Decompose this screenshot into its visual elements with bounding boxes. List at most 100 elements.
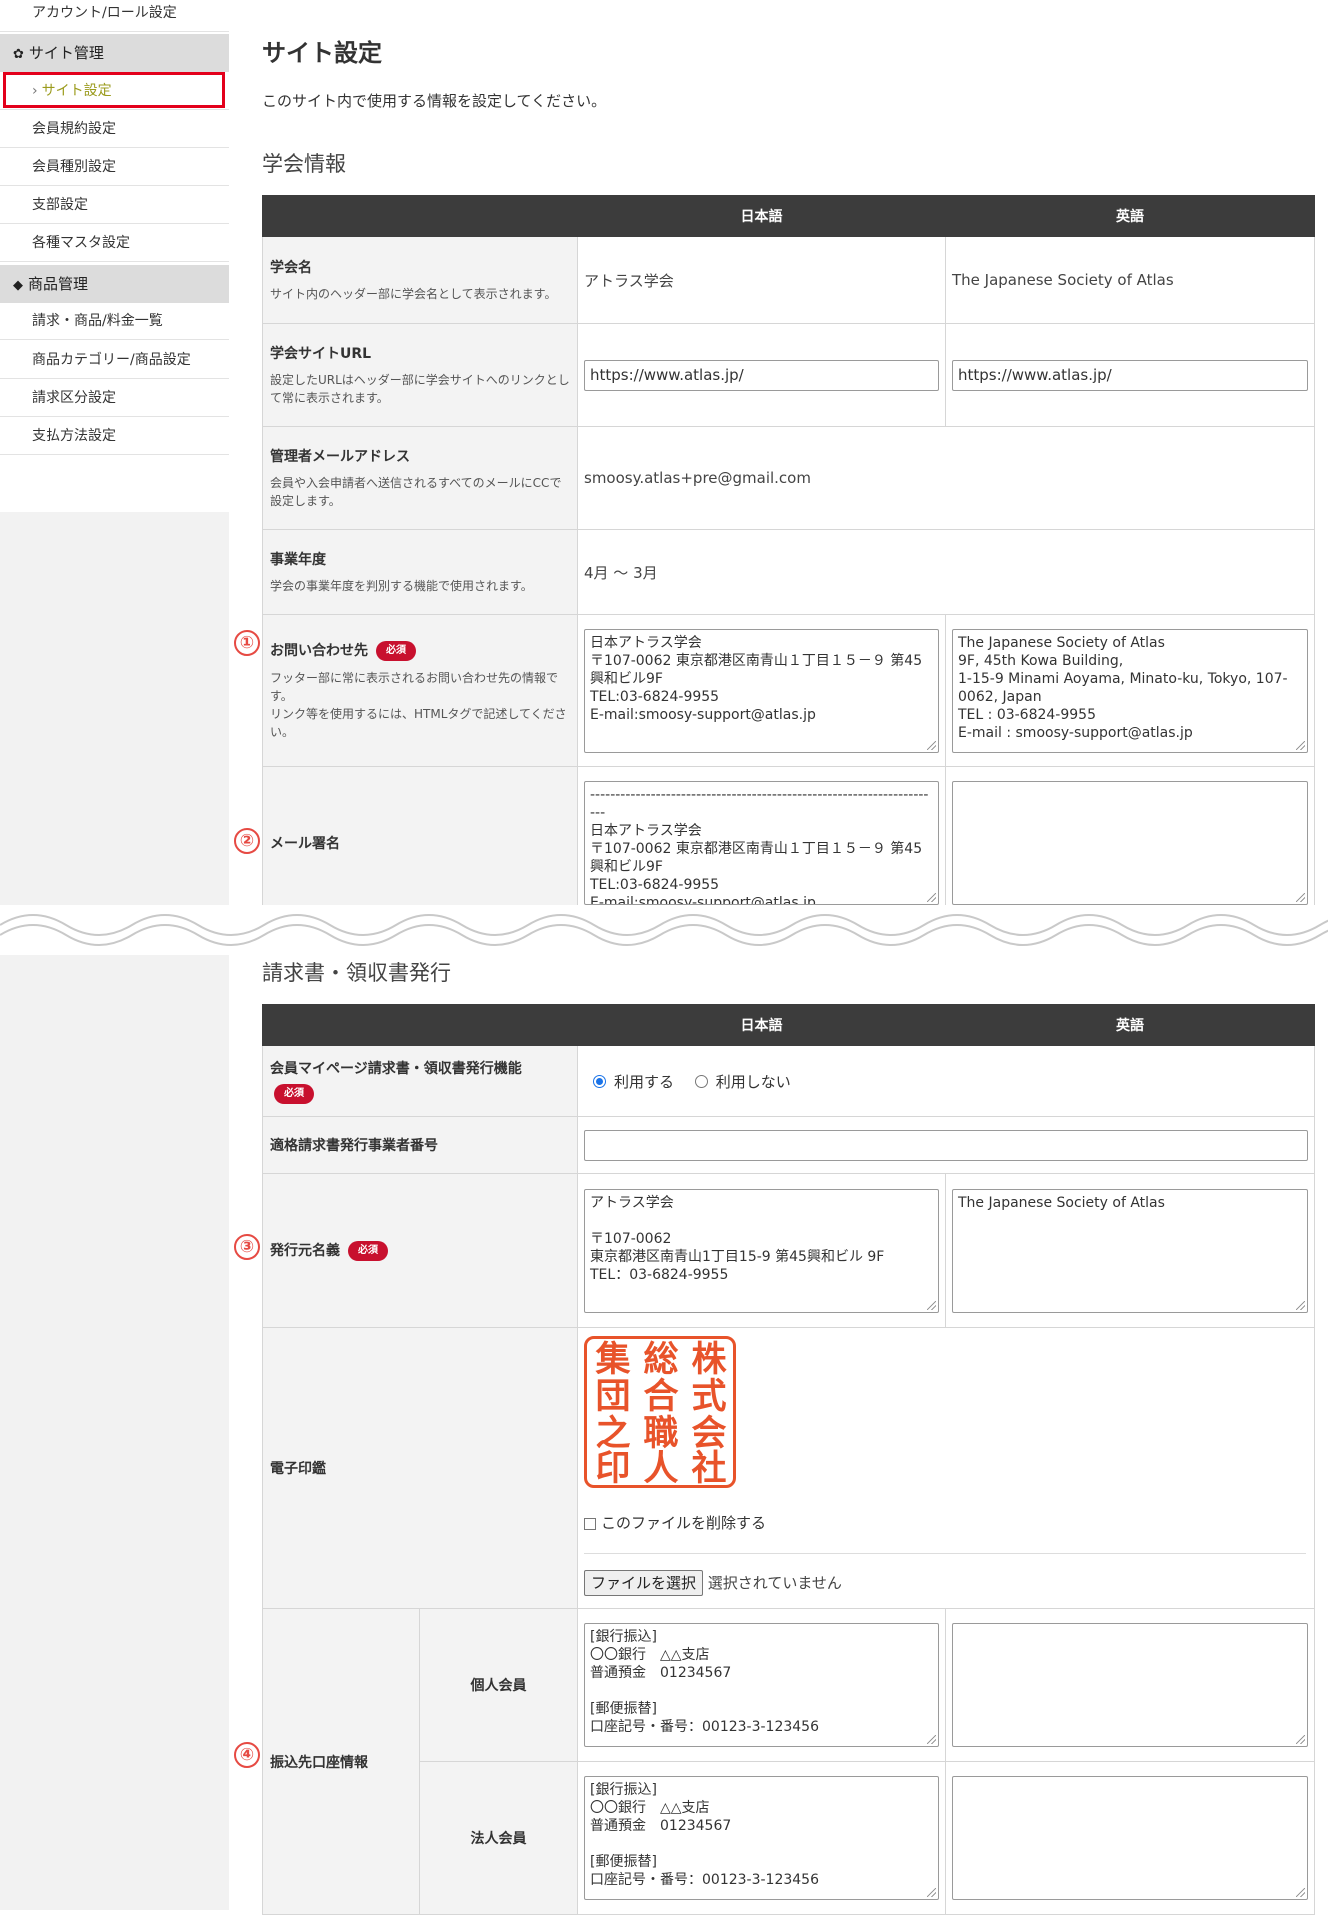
sidebar-item-member-types[interactable]: 会員種別設定 xyxy=(0,148,229,186)
sidebar: アカウント/ロール設定 ✿ サイト管理 › サイト設定 会員規約設定 会員種別設定 … xyxy=(0,0,229,1910)
label-signature: メール署名 xyxy=(270,835,340,852)
header-blank xyxy=(262,195,578,237)
cell-signature-ja: ----------------------------------------… xyxy=(577,766,946,919)
resize-grip-icon[interactable] xyxy=(1296,1735,1305,1744)
url-input-ja[interactable]: https://www.atlas.jp/ xyxy=(584,359,939,391)
marker-4: ④ xyxy=(234,1742,260,1768)
seal-char: 式 xyxy=(691,1376,727,1417)
row-society-name: 学会名 サイト内のヘッダー部に学会名として表示されます。 アトラス学会 The … xyxy=(262,236,1315,324)
bank-individual-textarea-ja[interactable]: [銀行振込] 〇〇銀行 △△支店 普通預金 01234567 [郵便振替] 口座… xyxy=(584,1623,939,1747)
section-title-society: 学会情報 xyxy=(262,152,346,176)
desc-society-url: 設定したURLはヘッダー部に学会サイトへのリンクとして常に表示されます。 xyxy=(270,373,570,405)
resize-grip-icon[interactable] xyxy=(927,1735,936,1744)
sidebar-item-terms[interactable]: 会員規約設定 xyxy=(0,110,229,148)
required-badge: 必須 xyxy=(376,641,416,661)
fiscal-year-value: 4月 ～ 3月 xyxy=(577,529,1315,615)
seal-char: 印 xyxy=(595,1448,631,1489)
seal-char: 社 xyxy=(691,1448,727,1489)
delete-file-option[interactable]: このファイルを削除する xyxy=(584,1512,1308,1533)
cell-url-ja: https://www.atlas.jp/ xyxy=(577,323,946,427)
issuer-textarea-en[interactable]: The Japanese Society of Atlas xyxy=(952,1188,1308,1313)
cell-mypage-options: 利用する 利用しない xyxy=(577,1045,1315,1117)
sidebar-group-products[interactable]: ◆ 商品管理 xyxy=(0,265,229,303)
signature-textarea-ja[interactable]: ----------------------------------------… xyxy=(584,780,939,905)
cell-issuer-en: The Japanese Society of Atlas xyxy=(945,1173,1315,1328)
file-picker: ファイルを選択 選択されていません xyxy=(584,1570,1308,1596)
row-label: 発行元名義 必須 xyxy=(262,1173,578,1328)
cell-bank-corporate-ja: [銀行振込] 〇〇銀行 △△支店 普通預金 01234567 [郵便振替] 口座… xyxy=(577,1761,946,1915)
url-input-en[interactable]: https://www.atlas.jp/ xyxy=(952,359,1308,391)
seal-char: 株 xyxy=(691,1339,727,1380)
row-label: 学会サイトURL 設定したURLはヘッダー部に学会サイトへのリンクとして常に表示… xyxy=(262,323,578,427)
row-label: メール署名 xyxy=(262,766,578,919)
page-title: サイト設定 xyxy=(262,39,382,67)
seal-char: 合 xyxy=(643,1376,679,1417)
issuer-textarea-ja[interactable]: アトラス学会 〒107-0062 東京都港区南青山1丁目15-9 第45興和ビル… xyxy=(584,1188,939,1313)
label-fiscal-year: 事業年度 xyxy=(270,552,326,568)
sidebar-item-branches[interactable]: 支部設定 xyxy=(0,186,229,224)
cell-issuer-ja: アトラス学会 〒107-0062 東京都港区南青山1丁目15-9 第45興和ビル… xyxy=(577,1173,946,1328)
registration-no-input[interactable] xyxy=(584,1129,1308,1161)
sidebar-item-categories[interactable]: 商品カテゴリー/商品設定 xyxy=(0,341,229,379)
cell-url-en: https://www.atlas.jp/ xyxy=(945,323,1315,427)
checkbox-icon[interactable] xyxy=(584,1517,596,1530)
sidebar-item-billing-class[interactable]: 請求区分設定 xyxy=(0,379,229,417)
cell-bank-corporate-en xyxy=(945,1761,1315,1915)
resize-grip-icon[interactable] xyxy=(1296,892,1305,902)
label-registration-no: 適格請求書発行事業者番号 xyxy=(270,1138,438,1154)
invoice-table: 日本語 英語 会員マイページ請求書・領収書発行機能 必須 利用する 利用しない … xyxy=(262,1004,1315,1915)
society-name-en: The Japanese Society of Atlas xyxy=(945,236,1315,324)
resize-grip-icon[interactable] xyxy=(927,1888,936,1897)
cell-signature-en xyxy=(945,766,1315,919)
label-bank: 振込先口座情報 xyxy=(270,1754,368,1771)
cell-contact-ja: 日本アトラス学会 〒107-0062 東京都港区南青山１丁目１５－９ 第45興和… xyxy=(577,614,946,767)
contact-textarea-ja[interactable]: 日本アトラス学会 〒107-0062 東京都港区南青山１丁目１５－９ 第45興和… xyxy=(584,628,939,753)
sidebar-item-billing-list[interactable]: 請求・商品/料金一覧 xyxy=(0,302,229,340)
seal-image: 株 総 集 式 合 団 会 職 之 社 人 印 xyxy=(584,1336,736,1488)
row-label: 管理者メールアドレス 会員や入会申請者へ送信されるすべてのメールにCCで設定しま… xyxy=(262,426,578,530)
resize-grip-icon[interactable] xyxy=(1296,740,1305,750)
bank-corporate-textarea-ja[interactable]: [銀行振込] 〇〇銀行 △△支店 普通預金 01234567 [郵便振替] 口座… xyxy=(584,1776,939,1900)
signature-textarea-en[interactable] xyxy=(952,780,1308,905)
page-break-wave xyxy=(0,905,1328,955)
label-society-url: 学会サイトURL xyxy=(270,346,372,362)
sidebar-item-account-role[interactable]: アカウント/ロール設定 xyxy=(0,0,229,32)
radio-use[interactable]: 利用する xyxy=(593,1071,674,1092)
row-contact: お問い合わせ先 必須 フッター部に常に表示されるお問い合わせ先の情報です。 リンク… xyxy=(262,614,1315,767)
radio-label: 利用しない xyxy=(715,1072,791,1091)
cell-bank-individual-en xyxy=(945,1608,1315,1762)
section-title-invoice: 請求書・領収書発行 xyxy=(262,961,451,985)
label-society-name: 学会名 xyxy=(270,260,312,276)
desc-admin-email: 会員や入会申請者へ送信されるすべてのメールにCCで設定します。 xyxy=(270,476,562,508)
resize-grip-icon[interactable] xyxy=(927,892,936,902)
resize-grip-icon[interactable] xyxy=(1296,1300,1305,1310)
row-label: 振込先口座情報 xyxy=(262,1608,420,1915)
textarea-text: アトラス学会 〒107-0062 東京都港区南青山1丁目15-9 第45興和ビル… xyxy=(590,1194,885,1283)
resize-grip-icon[interactable] xyxy=(1296,1888,1305,1897)
row-society-url: 学会サイトURL 設定したURLはヘッダー部に学会サイトへのリンクとして常に表示… xyxy=(262,323,1315,427)
resize-grip-icon[interactable] xyxy=(927,1300,936,1310)
seal-char: 集 xyxy=(595,1339,631,1380)
textarea-text: ----------------------------------------… xyxy=(590,786,929,905)
radio-no-use[interactable]: 利用しない xyxy=(694,1071,791,1092)
seal-char: 職 xyxy=(643,1413,679,1454)
desc-society-name: サイト内のヘッダー部に学会名として表示されます。 xyxy=(270,287,557,301)
sidebar-group-site[interactable]: ✿ サイト管理 xyxy=(0,34,229,72)
seal-char: 総 xyxy=(643,1339,679,1380)
required-badge: 必須 xyxy=(348,1241,388,1261)
bank-individual-textarea-en[interactable] xyxy=(952,1623,1308,1747)
society-info-table: 日本語 英語 学会名 サイト内のヘッダー部に学会名として表示されます。 アトラス… xyxy=(262,195,1315,919)
contact-textarea-en[interactable]: The Japanese Society of Atlas 9F, 45th K… xyxy=(952,628,1308,753)
radio-label: 利用する xyxy=(614,1072,675,1091)
choose-file-button[interactable]: ファイルを選択 xyxy=(584,1570,704,1596)
label-seal: 電子印鑑 xyxy=(270,1461,326,1477)
textarea-text: [銀行振込] 〇〇銀行 △△支店 普通預金 01234567 [郵便振替] 口座… xyxy=(590,1629,819,1735)
sidebar-item-masters[interactable]: 各種マスタ設定 xyxy=(0,224,229,262)
label-issuer-text: 発行元名義 xyxy=(270,1243,340,1259)
resize-grip-icon[interactable] xyxy=(927,740,936,750)
seal-char: 人 xyxy=(643,1448,679,1489)
seal-char: 之 xyxy=(595,1413,631,1454)
sidebar-item-payment-methods[interactable]: 支払方法設定 xyxy=(0,417,229,455)
sidebar-group-label: 商品管理 xyxy=(28,275,89,293)
bank-corporate-textarea-en[interactable] xyxy=(952,1776,1308,1900)
